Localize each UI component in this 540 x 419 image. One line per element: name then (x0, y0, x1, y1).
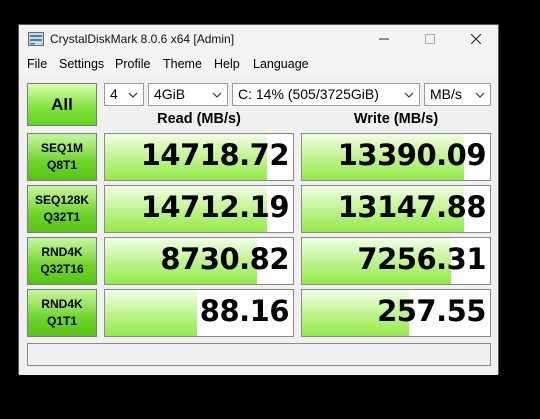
read-value: 88.16 (199, 294, 290, 328)
main-panel: All 4 4GiB C: 14% (505/3725GiB) MB/s Rea… (19, 75, 498, 375)
test-button-rnd4k-q1t1[interactable]: RND4K Q1T1 (27, 289, 97, 337)
read-value: 8730.82 (160, 242, 289, 276)
write-result-rnd4k-q32t16: 7256.31 (301, 237, 491, 285)
menu-file[interactable]: File (27, 57, 47, 71)
unit-select[interactable]: MB/s (424, 83, 491, 106)
menu-theme[interactable]: Theme (163, 57, 202, 71)
menu-profile[interactable]: Profile (115, 57, 150, 71)
write-value: 13390.09 (337, 138, 487, 172)
test-params: Q1T1 (46, 314, 77, 328)
read-result-seq128k: 14712.19 (104, 185, 294, 233)
test-params: Q8T1 (46, 158, 77, 172)
write-result-rnd4k-q1t1: 257.55 (301, 289, 491, 337)
chevron-down-icon (212, 92, 222, 98)
minimize-button[interactable] (361, 25, 407, 54)
close-icon (471, 34, 481, 44)
write-value: 13147.88 (337, 190, 487, 224)
title-bar[interactable]: CrystalDiskMark 8.0.6 x64 [Admin] (19, 25, 498, 54)
chevron-down-icon (404, 92, 414, 98)
test-button-seq1m-q8t1[interactable]: SEQ1M Q8T1 (27, 133, 97, 181)
test-button-seq128k-q32t1[interactable]: SEQ128K Q32T1 (27, 185, 97, 233)
read-value: 14718.72 (140, 138, 290, 172)
app-window: CrystalDiskMark 8.0.6 x64 [Admin] File S… (18, 24, 499, 375)
read-result-seq1m: 14718.72 (104, 133, 294, 181)
write-value: 7256.31 (357, 242, 486, 276)
window-title: CrystalDiskMark 8.0.6 x64 [Admin] (50, 32, 235, 46)
read-result-rnd4k-q32t16: 8730.82 (104, 237, 294, 285)
write-result-seq1m: 13390.09 (301, 133, 491, 181)
maximize-icon (425, 34, 435, 44)
test-size-value: 4GiB (154, 86, 186, 102)
test-name: SEQ128K (34, 193, 90, 207)
test-params: Q32T16 (40, 262, 84, 276)
read-result-rnd4k-q1t1: 88.16 (104, 289, 294, 337)
read-value: 14712.19 (140, 190, 290, 224)
read-header: Read (MB/s) (157, 111, 241, 127)
write-result-seq128k: 13147.88 (301, 185, 491, 233)
drive-value: C: 14% (505/3725GiB) (238, 86, 379, 102)
test-name: SEQ1M (40, 141, 83, 155)
test-name: RND4K (41, 245, 83, 259)
menu-bar: File Settings Profile Theme Help Languag… (19, 54, 498, 75)
write-value: 257.55 (377, 294, 486, 328)
test-button-rnd4k-q32t16[interactable]: RND4K Q32T16 (27, 237, 97, 285)
write-header: Write (MB/s) (353, 111, 439, 127)
app-icon (28, 32, 44, 46)
minimize-icon (379, 38, 389, 40)
read-bar (105, 290, 198, 336)
test-params: Q32T1 (43, 210, 81, 224)
comment-input[interactable] (27, 343, 491, 366)
unit-value: MB/s (430, 86, 462, 102)
menu-settings[interactable]: Settings (59, 57, 104, 71)
menu-language[interactable]: Language (253, 57, 309, 71)
close-button[interactable] (453, 25, 499, 54)
chevron-down-icon (128, 92, 138, 98)
test-name: RND4K (41, 297, 83, 311)
drive-select[interactable]: C: 14% (505/3725GiB) (232, 83, 420, 106)
maximize-button[interactable] (407, 25, 453, 54)
all-button[interactable]: All (27, 83, 97, 126)
test-size-select[interactable]: 4GiB (148, 83, 228, 106)
test-count-value: 4 (110, 86, 118, 102)
chevron-down-icon (475, 92, 485, 98)
menu-help[interactable]: Help (214, 57, 240, 71)
test-count-select[interactable]: 4 (104, 83, 144, 106)
